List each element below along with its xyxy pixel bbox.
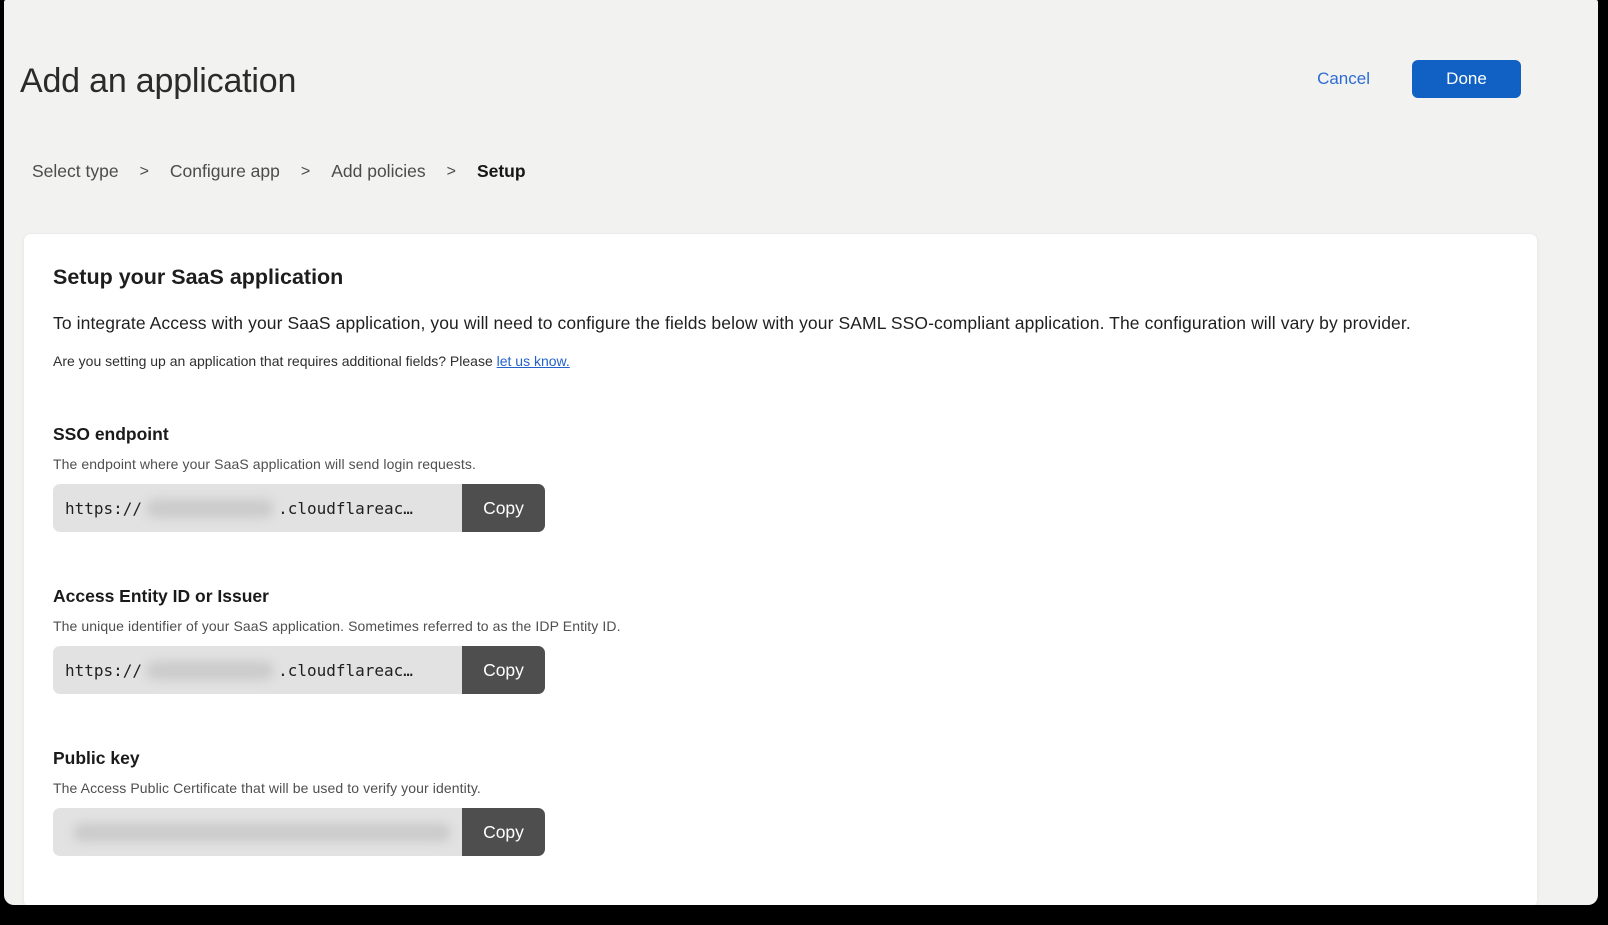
app-window: Add an application Cancel Done Select ty… bbox=[4, 0, 1598, 905]
header-actions: Cancel Done bbox=[1317, 58, 1521, 98]
breadcrumb: Select type > Configure app > Add polici… bbox=[32, 161, 1538, 182]
public-key-copy-row: Copy bbox=[53, 808, 545, 856]
sso-endpoint-label: SSO endpoint bbox=[53, 424, 1508, 445]
entity-id-label: Access Entity ID or Issuer bbox=[53, 586, 1508, 607]
cancel-button[interactable]: Cancel bbox=[1317, 69, 1370, 89]
entity-id-description: The unique identifier of your SaaS appli… bbox=[53, 618, 1508, 634]
breadcrumb-separator: > bbox=[447, 163, 456, 181]
public-key-value bbox=[53, 808, 462, 856]
sso-endpoint-copy-row: https:// .cloudflareac… Copy bbox=[53, 484, 545, 532]
page-title: Add an application bbox=[20, 58, 296, 101]
sso-endpoint-value: https:// .cloudflareac… bbox=[53, 484, 462, 532]
page-wrapper: Add an application Cancel Done Select ty… bbox=[4, 58, 1598, 905]
entity-id-copy-button[interactable]: Copy bbox=[462, 646, 545, 694]
entity-id-value: https:// .cloudflareac… bbox=[53, 646, 462, 694]
entity-id-value-prefix: https:// bbox=[65, 661, 142, 680]
let-us-know-link[interactable]: let us know. bbox=[497, 353, 570, 369]
page-header: Add an application Cancel Done bbox=[20, 58, 1538, 101]
breadcrumb-step-add-policies[interactable]: Add policies bbox=[331, 161, 425, 182]
card-note-text: Are you setting up an application that r… bbox=[53, 353, 497, 369]
sso-endpoint-description: The endpoint where your SaaS application… bbox=[53, 456, 1508, 472]
setup-card: Setup your SaaS application To integrate… bbox=[23, 233, 1538, 905]
public-key-description: The Access Public Certificate that will … bbox=[53, 780, 1508, 796]
public-key-label: Public key bbox=[53, 748, 1508, 769]
public-key-group: Public key The Access Public Certificate… bbox=[53, 748, 1508, 856]
entity-id-group: Access Entity ID or Issuer The unique id… bbox=[53, 586, 1508, 694]
sso-endpoint-copy-button[interactable]: Copy bbox=[462, 484, 545, 532]
entity-id-copy-row: https:// .cloudflareac… Copy bbox=[53, 646, 545, 694]
card-note: Are you setting up an application that r… bbox=[53, 353, 1508, 369]
sso-endpoint-value-suffix: .cloudflareac… bbox=[278, 499, 413, 518]
breadcrumb-step-select-type[interactable]: Select type bbox=[32, 161, 119, 182]
public-key-copy-button[interactable]: Copy bbox=[462, 808, 545, 856]
redacted-blur bbox=[146, 661, 274, 680]
breadcrumb-step-configure-app[interactable]: Configure app bbox=[170, 161, 280, 182]
sso-endpoint-group: SSO endpoint The endpoint where your Saa… bbox=[53, 424, 1508, 532]
done-button[interactable]: Done bbox=[1412, 60, 1521, 98]
breadcrumb-step-setup: Setup bbox=[477, 161, 526, 182]
breadcrumb-separator: > bbox=[140, 163, 149, 181]
redacted-blur bbox=[73, 823, 451, 842]
sso-endpoint-value-prefix: https:// bbox=[65, 499, 142, 518]
card-heading: Setup your SaaS application bbox=[53, 265, 1508, 290]
breadcrumb-separator: > bbox=[301, 163, 310, 181]
card-intro-text: To integrate Access with your SaaS appli… bbox=[53, 313, 1508, 334]
redacted-blur bbox=[146, 499, 274, 518]
entity-id-value-suffix: .cloudflareac… bbox=[278, 661, 413, 680]
